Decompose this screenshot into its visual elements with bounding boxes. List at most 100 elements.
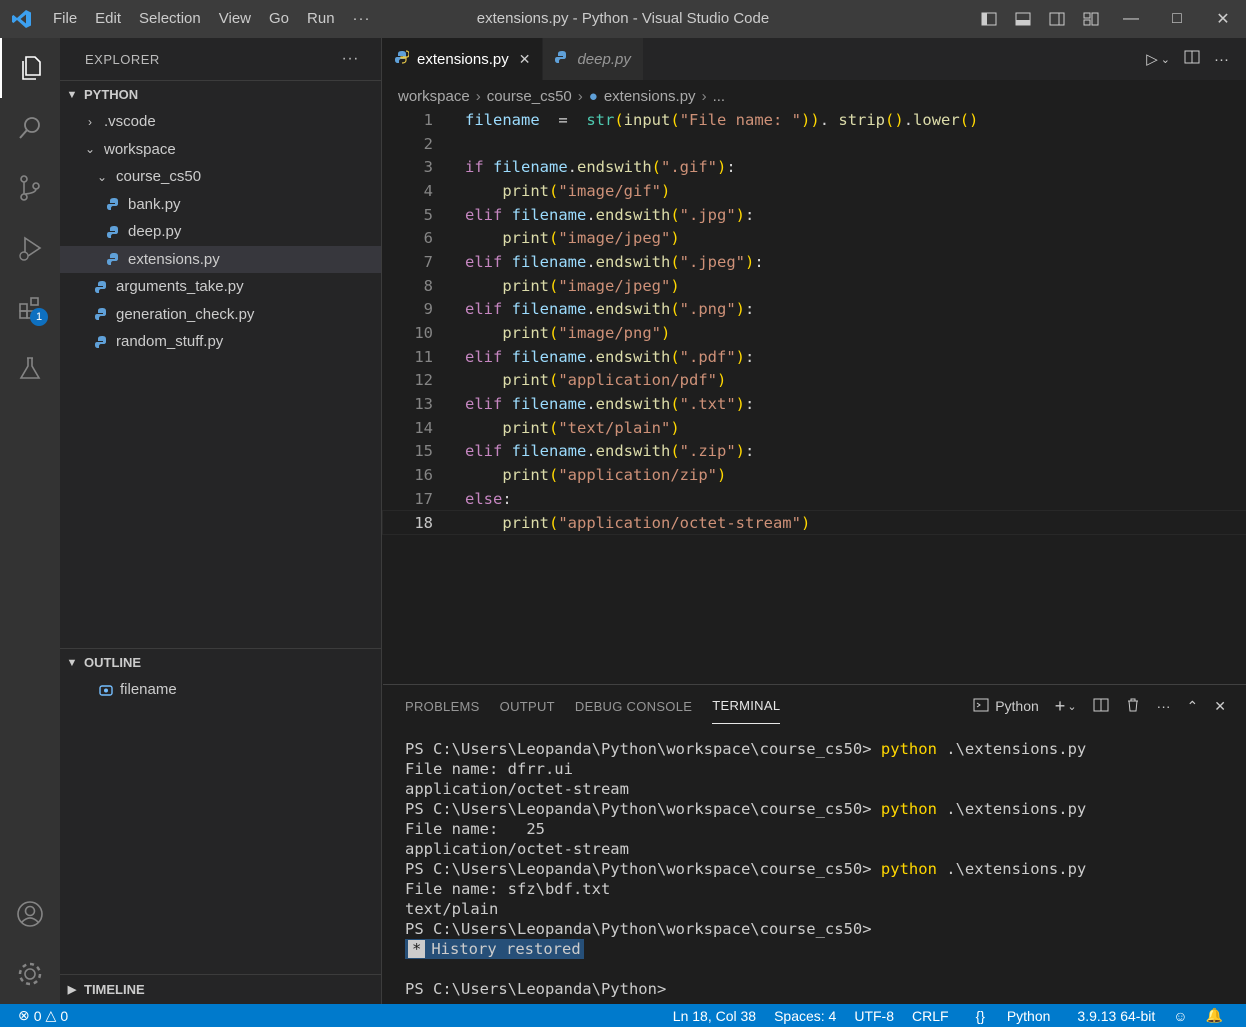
menu-edit[interactable]: Edit bbox=[86, 0, 130, 38]
tree-item-label: random_stuff.py bbox=[116, 333, 224, 351]
tree-file[interactable]: random_stuff.py bbox=[60, 328, 381, 356]
editor-more-actions-icon[interactable]: ··· bbox=[1214, 51, 1229, 68]
line-number: 7 bbox=[423, 252, 433, 271]
trash-icon[interactable] bbox=[1125, 697, 1141, 716]
tab-debug-console[interactable]: DEBUG CONSOLE bbox=[575, 689, 692, 724]
tab-extensions-py[interactable]: extensions.py ✕ bbox=[383, 38, 544, 80]
explorer-icon[interactable] bbox=[0, 38, 60, 98]
terminal-text: File name: 25 bbox=[405, 820, 545, 838]
code-line: 17 else: bbox=[383, 487, 1246, 511]
run-and-debug-icon[interactable] bbox=[0, 218, 60, 278]
extensions-icon[interactable]: 1 bbox=[0, 278, 60, 338]
close-window-icon[interactable]: ✕ bbox=[1200, 0, 1246, 38]
terminal-shell-label[interactable]: Python bbox=[995, 698, 1039, 714]
tree-file[interactable]: extensions.py bbox=[60, 245, 381, 273]
code-editor[interactable]: 1 filename = str(input("File name: ")). s… bbox=[382, 108, 1246, 683]
tree-folder[interactable]: ⌄ workspace bbox=[60, 136, 381, 164]
chevron-up-icon[interactable]: ⌃ bbox=[1187, 698, 1199, 715]
code-token: print bbox=[502, 324, 549, 343]
breadcrumb-course-cs50[interactable]: course_cs50 bbox=[487, 88, 572, 105]
terminal-line: PS C:\Users\Leopanda\Python\workspace\co… bbox=[405, 859, 1246, 879]
code-token: . bbox=[586, 252, 596, 271]
explorer-header: EXPLORER ··· bbox=[60, 38, 381, 80]
notifications-bell-icon[interactable]: 🔔 bbox=[1206, 1007, 1223, 1024]
code-text: else: bbox=[433, 490, 512, 508]
close-panel-icon[interactable]: ✕ bbox=[1214, 698, 1226, 715]
tab-terminal[interactable]: TERMINAL bbox=[712, 688, 781, 724]
toggle-secondary-sidebar-icon[interactable] bbox=[1043, 5, 1071, 33]
breadcrumb-symbol[interactable]: ... bbox=[713, 88, 726, 105]
code-token: "image/jpeg" bbox=[558, 276, 671, 295]
accounts-icon[interactable] bbox=[0, 884, 60, 944]
code-token: print bbox=[502, 276, 549, 295]
tree-folder[interactable]: › .vscode bbox=[60, 108, 381, 136]
tab-problems[interactable]: PROBLEMS bbox=[405, 689, 480, 724]
python-interpreter[interactable]: 3.9.13 64-bit bbox=[1077, 1008, 1155, 1024]
encoding[interactable]: UTF-8 bbox=[854, 1008, 894, 1024]
menu-file[interactable]: File bbox=[44, 0, 86, 38]
minimize-icon[interactable]: — bbox=[1108, 0, 1154, 38]
braces-icon: {} bbox=[975, 1007, 985, 1024]
menu-selection[interactable]: Selection bbox=[130, 0, 210, 38]
outline-item[interactable]: filename bbox=[60, 676, 382, 704]
tree-folder[interactable]: ⌄ course_cs50 bbox=[60, 163, 381, 191]
new-terminal-plus-icon[interactable]: + bbox=[1055, 696, 1066, 717]
code-text: if filename.endswith(".gif"): bbox=[433, 158, 736, 176]
close-tab-icon[interactable]: ✕ bbox=[519, 51, 531, 68]
cursor-position[interactable]: Ln 18, Col 38 bbox=[673, 1008, 756, 1024]
tree-item-label: .vscode bbox=[104, 113, 156, 131]
toggle-panel-icon[interactable] bbox=[1009, 5, 1037, 33]
menu-go[interactable]: Go bbox=[260, 0, 298, 38]
outline-section[interactable]: ▼ OUTLINE bbox=[60, 648, 382, 676]
terminal-output[interactable]: PS C:\Users\Leopanda\Python\workspace\co… bbox=[383, 727, 1246, 999]
search-icon[interactable] bbox=[0, 98, 60, 158]
manage-gear-icon[interactable] bbox=[0, 944, 60, 1004]
breadcrumb-file[interactable]: extensions.py bbox=[604, 88, 696, 105]
explorer-more-actions-icon[interactable]: ··· bbox=[342, 50, 359, 68]
code-line: 3 if filename.endswith(".gif"): bbox=[383, 155, 1246, 179]
split-terminal-icon[interactable] bbox=[1093, 697, 1109, 716]
timeline-section[interactable]: ▶ TIMELINE bbox=[60, 974, 382, 1004]
line-number: 3 bbox=[423, 158, 433, 177]
breadcrumb-workspace[interactable]: workspace bbox=[398, 88, 470, 105]
toggle-primary-sidebar-icon[interactable] bbox=[975, 5, 1003, 33]
end-of-line[interactable]: CRLF bbox=[912, 1008, 949, 1024]
customize-layout-icon[interactable] bbox=[1077, 5, 1105, 33]
menu-more-icon[interactable]: ··· bbox=[344, 0, 380, 38]
chevron-down-icon: ▼ bbox=[66, 88, 78, 101]
menu-view[interactable]: View bbox=[210, 0, 260, 38]
split-editor-icon[interactable] bbox=[1184, 49, 1200, 69]
tree-file[interactable]: generation_check.py bbox=[60, 301, 381, 329]
code-token: ".png" bbox=[679, 300, 736, 319]
tree-file[interactable]: arguments_take.py bbox=[60, 273, 381, 301]
tab-deep-py[interactable]: deep.py bbox=[543, 38, 644, 80]
warnings-count[interactable]: 0 bbox=[60, 1008, 68, 1024]
chevron-down-icon[interactable]: ⌄ bbox=[1161, 53, 1170, 66]
chevron-down-icon[interactable]: ⌄ bbox=[1067, 700, 1076, 713]
terminal-prompt: PS C:\Users\Leopanda\Python> bbox=[405, 980, 667, 998]
indentation[interactable]: Spaces: 4 bbox=[774, 1008, 836, 1024]
tab-output[interactable]: OUTPUT bbox=[500, 689, 555, 724]
code-token: ) bbox=[735, 205, 746, 224]
code-token: ( bbox=[670, 300, 680, 319]
run-python-file-icon[interactable]: ▷ bbox=[1146, 50, 1158, 68]
errors-icon[interactable]: ⊗ bbox=[18, 1007, 30, 1024]
chevron-down-icon: ⌄ bbox=[96, 169, 108, 184]
source-control-icon[interactable] bbox=[0, 158, 60, 218]
feedback-icon[interactable]: ☺ bbox=[1173, 1008, 1187, 1024]
chevron-right-icon: › bbox=[475, 87, 481, 105]
tree-file[interactable]: bank.py bbox=[60, 191, 381, 219]
tree-file[interactable]: deep.py bbox=[60, 218, 381, 246]
python-folder-section[interactable]: ▼ PYTHON bbox=[60, 80, 381, 108]
panel-more-actions-icon[interactable]: ··· bbox=[1157, 698, 1171, 714]
errors-count[interactable]: 0 bbox=[34, 1008, 42, 1024]
menu-run[interactable]: Run bbox=[298, 0, 344, 38]
language-mode[interactable]: {} Python bbox=[967, 1008, 1060, 1024]
testing-icon[interactable] bbox=[0, 338, 60, 398]
maximize-icon[interactable]: □ bbox=[1154, 0, 1200, 38]
code-token: if bbox=[465, 158, 484, 177]
warnings-icon[interactable]: △ bbox=[46, 1007, 57, 1024]
code-token: ( bbox=[670, 252, 680, 271]
